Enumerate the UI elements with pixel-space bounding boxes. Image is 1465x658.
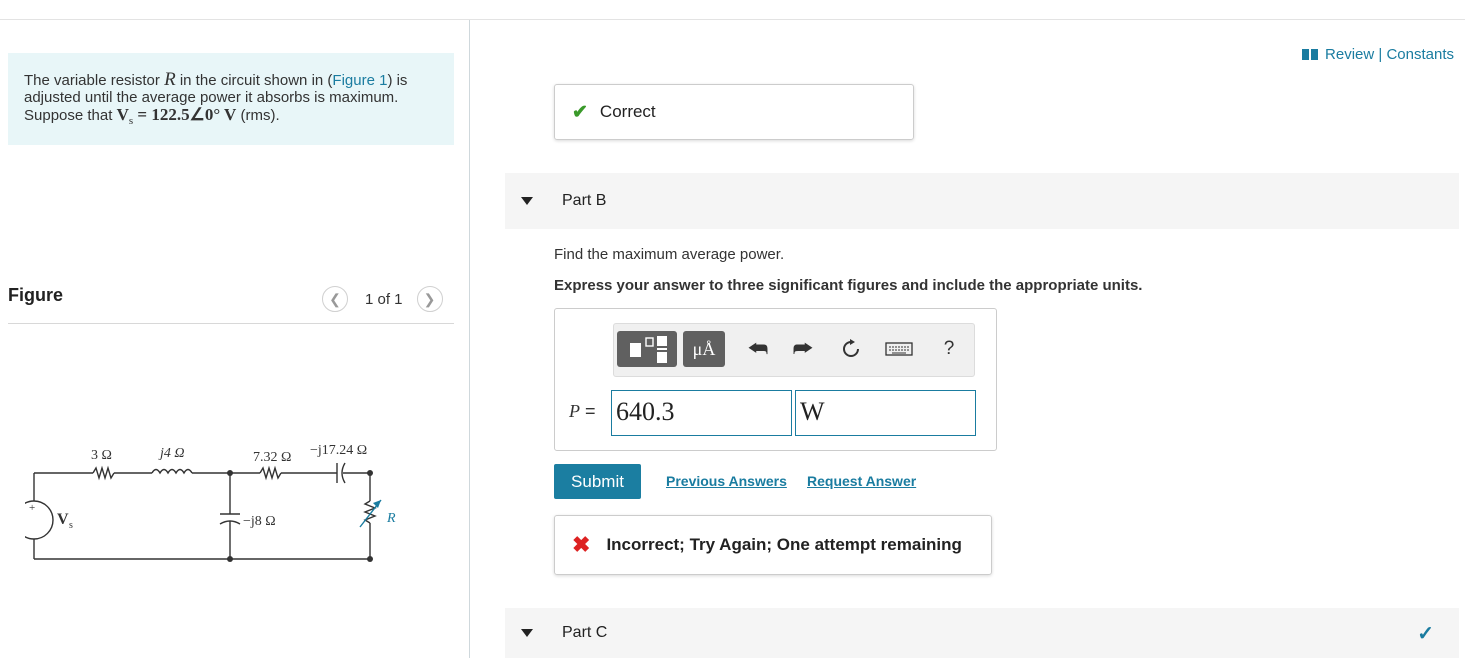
checkmark-icon: ✔ <box>572 101 588 123</box>
feedback-text: Correct <box>599 102 656 121</box>
book-icon <box>1302 49 1319 60</box>
label-l1: j4 Ω <box>158 446 185 461</box>
instruction-text: Express your answer to three significant… <box>554 277 1143 294</box>
figure-divider <box>8 323 454 324</box>
previous-answers-link[interactable]: Previous Answers <box>666 473 787 489</box>
review-constants-link[interactable]: Review | Constants <box>1302 46 1454 63</box>
label-load: R <box>386 511 396 526</box>
pane-divider[interactable] <box>469 20 470 658</box>
caret-down-icon <box>521 629 533 637</box>
figure-pager: ❮ 1 of 1 ❯ <box>322 285 443 313</box>
problem-statement: The variable resistor R in the circuit s… <box>8 53 454 145</box>
part-b-header[interactable]: Part B <box>505 173 1459 229</box>
equals-sign: = <box>580 401 596 421</box>
question-text: Find the maximum average power. <box>554 246 785 263</box>
units-label: μÅ <box>692 338 716 359</box>
label-c2: −j8 Ω <box>243 514 276 529</box>
answer-box: μÅ ⮪ ⮫ ? P = 640.3 W <box>554 308 997 451</box>
part-b-feedback: ✖ Incorrect; Try Again; One attempt rema… <box>554 515 992 575</box>
part-a-feedback: ✔ Correct <box>554 84 914 140</box>
submit-button[interactable]: Submit <box>554 464 641 499</box>
review-label: Review | Constants <box>1325 46 1454 63</box>
answer-value-input[interactable]: 640.3 <box>611 390 792 436</box>
answer-unit-input[interactable]: W <box>795 390 976 436</box>
label-c1: −j17.24 Ω <box>310 443 367 458</box>
label-source-sub: s <box>69 520 73 531</box>
feedback-text: Incorrect; Try Again; One attempt remain… <box>606 535 962 554</box>
checkmark-icon: ✓ <box>1417 622 1434 645</box>
figure-title: Figure <box>8 285 64 305</box>
problem-text: (rms). <box>236 107 280 124</box>
label-source: V <box>57 511 69 528</box>
top-border <box>0 19 1465 20</box>
figure-counter: 1 of 1 <box>365 290 403 308</box>
resistor-variable: R <box>164 69 176 90</box>
label-plus: + <box>29 502 35 514</box>
source-symbol: V <box>116 105 129 124</box>
caret-down-icon <box>521 197 533 205</box>
units-button[interactable]: μÅ <box>683 331 725 367</box>
x-mark-icon: ✖ <box>572 532 591 557</box>
redo-icon[interactable]: ⮫ <box>788 331 818 367</box>
templates-button[interactable] <box>617 331 677 367</box>
part-label: Part C <box>562 624 608 641</box>
undo-icon[interactable]: ⮪ <box>743 331 773 367</box>
problem-text: in the circuit shown in ( <box>175 72 333 89</box>
problem-text: The variable resistor <box>24 72 165 89</box>
source-value: = 122.5∠0° V <box>133 105 237 124</box>
answer-variable: P = <box>569 401 596 422</box>
reset-icon[interactable] <box>836 331 866 367</box>
chevron-left-icon[interactable]: ❮ <box>322 286 348 312</box>
fraction-template-icon <box>630 336 667 363</box>
part-c-header[interactable]: Part C ✓ <box>505 608 1459 658</box>
circuit-diagram: 3 Ω j4 Ω 7.32 Ω −j17.24 Ω −j8 Ω + V s R <box>25 443 396 562</box>
keyboard-icon[interactable] <box>881 331 917 367</box>
reset-glyph <box>843 339 859 357</box>
label-r2: 7.32 Ω <box>253 450 291 465</box>
part-label: Part B <box>562 192 607 209</box>
keyboard-glyph <box>885 342 913 356</box>
request-answer-link[interactable]: Request Answer <box>807 473 916 489</box>
chevron-right-icon[interactable]: ❯ <box>416 286 443 312</box>
variable-symbol: P <box>569 401 580 421</box>
help-label: ? <box>943 338 955 359</box>
math-toolbar: μÅ ⮪ ⮫ ? <box>613 323 975 377</box>
figure-link[interactable]: Figure 1 <box>332 72 387 89</box>
label-r1: 3 Ω <box>91 448 112 463</box>
help-icon[interactable]: ? <box>934 331 964 367</box>
